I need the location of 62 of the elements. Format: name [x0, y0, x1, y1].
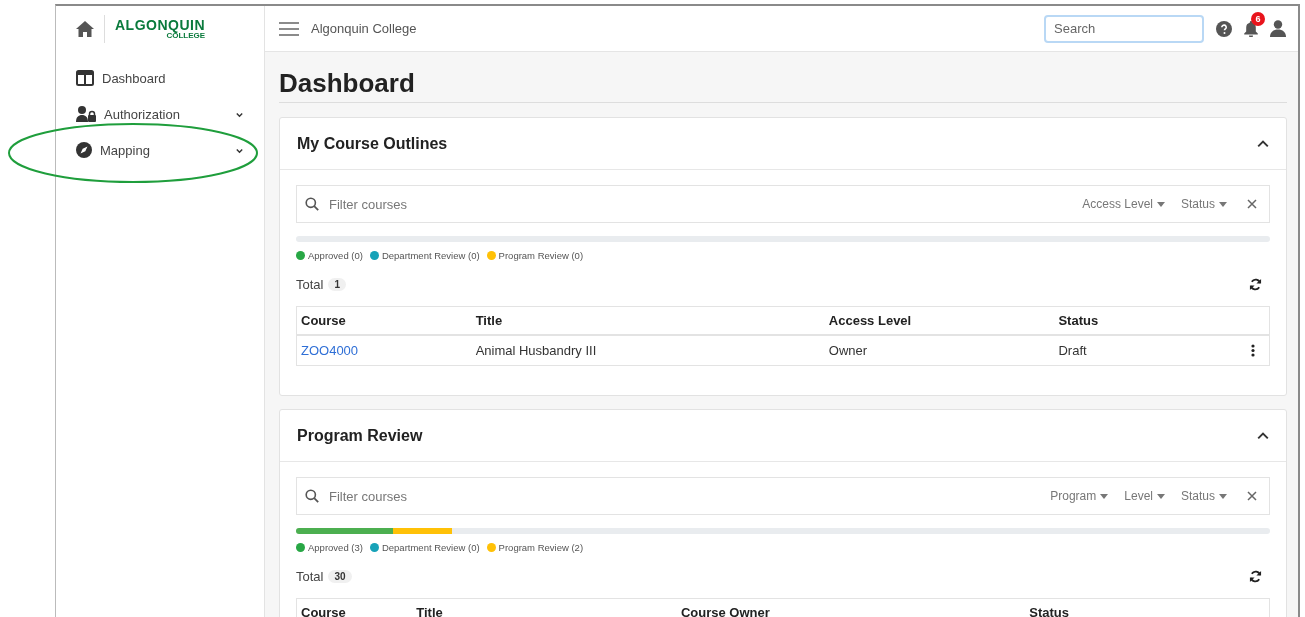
filter-bar[interactable]: Filter courses Access Level Status — [296, 185, 1270, 223]
column-header: Course — [296, 306, 472, 335]
legend-label: Department Review (0) — [381, 249, 480, 261]
table-cell: Owner — [824, 335, 1055, 366]
dashboard-icon — [76, 70, 94, 86]
column-header: Access Level — [824, 306, 1055, 335]
legend-label: Approved (3) — [308, 541, 363, 553]
compass-icon — [76, 142, 92, 158]
sidebar-item[interactable]: Authorization — [56, 96, 264, 132]
caret-icon — [1219, 493, 1227, 499]
home-icon[interactable] — [76, 21, 94, 37]
search-icon — [305, 489, 319, 503]
caret-icon — [1219, 201, 1227, 207]
table-cell: Animal Husbandry III — [471, 335, 825, 366]
user-icon[interactable] — [1270, 20, 1286, 37]
refresh-icon[interactable] — [1249, 569, 1262, 583]
college-logo-name: ALGONQUIN — [115, 18, 206, 32]
caret-icon — [1156, 201, 1165, 207]
close-icon[interactable] — [1247, 199, 1257, 209]
column-header: Course — [296, 598, 413, 617]
filter-dropdown[interactable]: Status — [1180, 197, 1227, 211]
column-header: Status — [1025, 598, 1270, 617]
close-icon[interactable] — [1247, 491, 1257, 501]
column-header: Title — [412, 598, 677, 617]
column-header: Status — [1054, 306, 1270, 335]
notification-badge: 6 — [1251, 12, 1265, 26]
total-label: Total — [296, 276, 324, 292]
user-lock-icon — [76, 106, 96, 122]
legend-label: Department Review (0) — [381, 541, 480, 553]
filter-dropdown[interactable]: Level — [1124, 489, 1165, 503]
menu-icon[interactable] — [279, 21, 299, 36]
table-cell: Draft — [1058, 343, 1087, 358]
bell-icon[interactable] — [1244, 20, 1258, 37]
total-count: 1 — [328, 277, 347, 291]
sidebar-item[interactable]: Mapping — [56, 132, 264, 168]
caret-icon — [1156, 493, 1165, 499]
search-icon — [305, 197, 319, 211]
legend-label: Program Review (2) — [498, 541, 584, 553]
total-label: Total — [296, 568, 324, 584]
legend-label: Approved (0) — [308, 249, 363, 261]
card-title: Program Review — [297, 426, 424, 445]
sidebar-item[interactable]: Dashboard — [56, 60, 264, 96]
help-icon[interactable] — [1216, 20, 1232, 37]
column-header: Title — [471, 306, 825, 335]
total-count: 30 — [328, 569, 352, 583]
legend-label: Program Review (0) — [498, 249, 584, 261]
filter-field[interactable]: Filter courses — [329, 488, 1035, 504]
filter-dropdown[interactable]: Status — [1180, 489, 1227, 503]
app-title: Algonquin College — [311, 21, 418, 36]
filter-bar[interactable]: Filter courses Program Level Status — [296, 477, 1270, 515]
filter-dropdown[interactable]: Program — [1050, 489, 1109, 503]
caret-icon — [1100, 493, 1109, 499]
card-title: My Course Outlines — [297, 134, 449, 153]
column-header: Course Owner — [676, 598, 1026, 617]
search-field[interactable]: Search — [1044, 14, 1204, 43]
college-logo-subtitle: COLLEGE — [166, 32, 206, 40]
more-icon[interactable] — [1251, 344, 1255, 357]
course-link[interactable]: ZOO4000 — [301, 343, 359, 358]
page-title: Dashboard — [279, 52, 1287, 103]
filter-dropdown[interactable]: Access Level — [1082, 197, 1165, 211]
filter-field[interactable]: Filter courses — [329, 196, 1067, 212]
refresh-icon[interactable] — [1249, 277, 1262, 291]
